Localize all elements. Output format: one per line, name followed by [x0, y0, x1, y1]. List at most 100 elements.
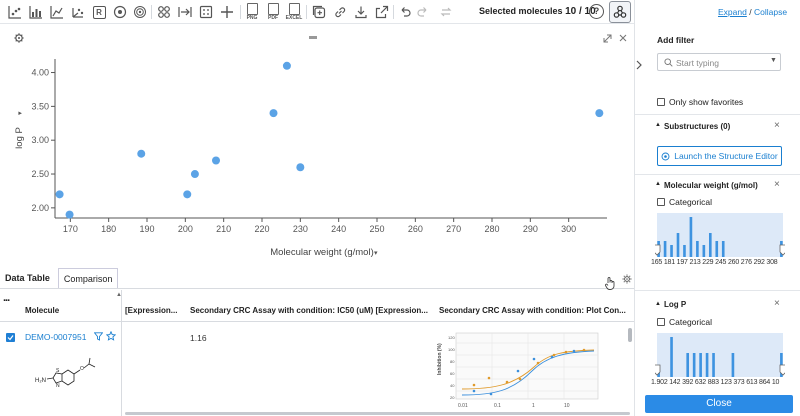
toolbar-divider	[151, 5, 152, 19]
add-copy-icon[interactable]	[310, 3, 328, 21]
table-row[interactable]: DEMO-0007951 1.16 H₂N S N O 120 100 80 6…	[0, 323, 634, 416]
help-button[interactable]: ?	[589, 4, 604, 19]
data-point[interactable]	[55, 190, 64, 199]
target-icon[interactable]	[111, 3, 129, 21]
panel-collapse-chevron-icon[interactable]	[635, 58, 643, 72]
histogram-bar	[708, 233, 712, 257]
export-pdf-icon[interactable]: PDF	[264, 3, 282, 21]
drag-handle-icon[interactable]	[309, 36, 317, 39]
scatter-plot-icon[interactable]	[6, 3, 24, 21]
data-point[interactable]	[269, 109, 278, 118]
svg-text:100: 100	[448, 347, 455, 352]
tabs-divider	[0, 288, 634, 289]
x-tick-label: 250	[369, 224, 384, 234]
column-header-plot[interactable]: Secondary CRC Assay with condition: Plot…	[439, 306, 629, 315]
svg-text:80: 80	[450, 359, 455, 364]
mini-plot-ylabel: Inhibition (%)	[437, 343, 443, 375]
collapse-caret-icon[interactable]: ▲	[655, 181, 661, 187]
mw-categorical-checkbox[interactable]	[657, 198, 665, 206]
data-point[interactable]	[282, 61, 291, 70]
close-chart-icon[interactable]	[619, 34, 627, 42]
remove-filter-icon[interactable]: ×	[774, 120, 780, 131]
grid-view-icon[interactable]	[197, 3, 215, 21]
swap-icon[interactable]	[438, 3, 454, 21]
table-vertical-scrollbar[interactable]	[628, 328, 632, 342]
external-link-icon[interactable]	[373, 3, 391, 21]
dropdown-caret-icon[interactable]: ▼	[770, 57, 777, 64]
histogram-bar	[670, 337, 673, 377]
column-header-ic50[interactable]: Secondary CRC Assay with condition: IC50…	[190, 306, 430, 315]
column-header-molecule[interactable]: Molecule	[25, 306, 115, 315]
link-icon[interactable]	[331, 3, 349, 21]
filter-search-input[interactable]	[676, 56, 766, 69]
png-label: PNG	[246, 15, 258, 21]
data-point[interactable]	[190, 170, 199, 179]
download-icon[interactable]	[352, 3, 370, 21]
x-tick-label: 180	[101, 224, 116, 234]
log-p-histogram[interactable]	[655, 333, 785, 379]
data-point[interactable]	[137, 149, 146, 158]
collapse-caret-icon[interactable]: ▲	[655, 301, 661, 307]
histogram-range-background	[657, 213, 783, 257]
remove-filter-icon[interactable]: ×	[774, 298, 780, 309]
data-point[interactable]	[212, 156, 220, 165]
tab-comparison[interactable]: Comparison	[57, 268, 119, 288]
y-axis-dropdown-icon[interactable]: ▾	[17, 111, 24, 115]
cluster-icon[interactable]	[155, 3, 173, 21]
svg-text:20: 20	[450, 395, 455, 400]
line-chart-icon[interactable]	[48, 3, 66, 21]
molecular-weight-histogram[interactable]	[655, 213, 785, 259]
histogram-bar	[715, 241, 719, 257]
redo-icon[interactable]	[415, 3, 431, 21]
svg-text:40: 40	[450, 383, 455, 388]
histogram-bar	[686, 353, 690, 377]
radar-icon[interactable]	[131, 3, 149, 21]
excel-label: EXCEL	[285, 15, 303, 21]
x-axis-title[interactable]: Molecular weight (g/mol)	[270, 247, 373, 258]
x-axis-dropdown-icon[interactable]: ▾	[374, 250, 378, 257]
move-to-end-icon[interactable]	[176, 3, 194, 21]
x-tick-label: 200	[178, 224, 193, 234]
data-point[interactable]	[183, 190, 192, 199]
r-group-icon[interactable]: R	[90, 3, 108, 21]
chart-settings-icon[interactable]	[14, 33, 24, 43]
ic50-value: 1.16	[190, 333, 207, 343]
filter-search-box[interactable]: ▼	[657, 53, 781, 71]
data-point[interactable]	[65, 210, 74, 219]
undo-icon[interactable]	[397, 3, 413, 21]
pointer-hand-icon[interactable]	[604, 276, 616, 292]
r-label: R	[92, 5, 106, 19]
expand-link[interactable]: Expand	[718, 7, 747, 17]
launch-structure-editor-button[interactable]: Launch the Structure Editor	[657, 146, 782, 166]
y-tick-label: 3.50	[31, 101, 49, 111]
collapse-link[interactable]: Collapse	[754, 7, 787, 17]
table-header-row: Molecule [Expression... Secondary CRC As…	[0, 298, 634, 322]
3d-plot-icon[interactable]	[69, 3, 87, 21]
row-checkbox[interactable]	[6, 333, 15, 342]
filter-icon[interactable]	[93, 332, 104, 343]
fullscreen-icon[interactable]	[603, 34, 612, 43]
molecule-id-link[interactable]: DEMO-0007951	[25, 332, 86, 342]
toolbar-divider	[306, 5, 307, 19]
bar-chart-icon[interactable]	[27, 3, 45, 21]
favorites-checkbox[interactable]	[657, 98, 665, 106]
column-header-expression[interactable]: [Expression...	[125, 306, 185, 315]
favorites-label: Only show favorites	[669, 97, 744, 107]
panel-divider	[635, 114, 800, 115]
remove-filter-icon[interactable]: ×	[774, 179, 780, 190]
table-horizontal-scrollbar[interactable]	[125, 412, 630, 415]
collapse-caret-icon[interactable]: ▲	[655, 122, 661, 128]
molecule-view-button[interactable]	[609, 1, 631, 23]
export-excel-icon[interactable]: EXCEL	[284, 3, 304, 21]
panel-divider	[635, 290, 800, 291]
tab-data-table[interactable]: Data Table	[0, 268, 55, 288]
data-point[interactable]	[595, 109, 604, 118]
export-png-icon[interactable]: PNG	[243, 3, 261, 21]
y-axis-title[interactable]: log P	[14, 127, 25, 149]
logp-categorical-checkbox[interactable]	[657, 318, 665, 326]
add-icon[interactable]	[218, 3, 236, 21]
favorite-star-icon[interactable]	[105, 330, 117, 343]
close-button[interactable]: Close	[645, 395, 793, 413]
table-settings-icon[interactable]	[622, 274, 632, 286]
data-point[interactable]	[296, 163, 305, 172]
